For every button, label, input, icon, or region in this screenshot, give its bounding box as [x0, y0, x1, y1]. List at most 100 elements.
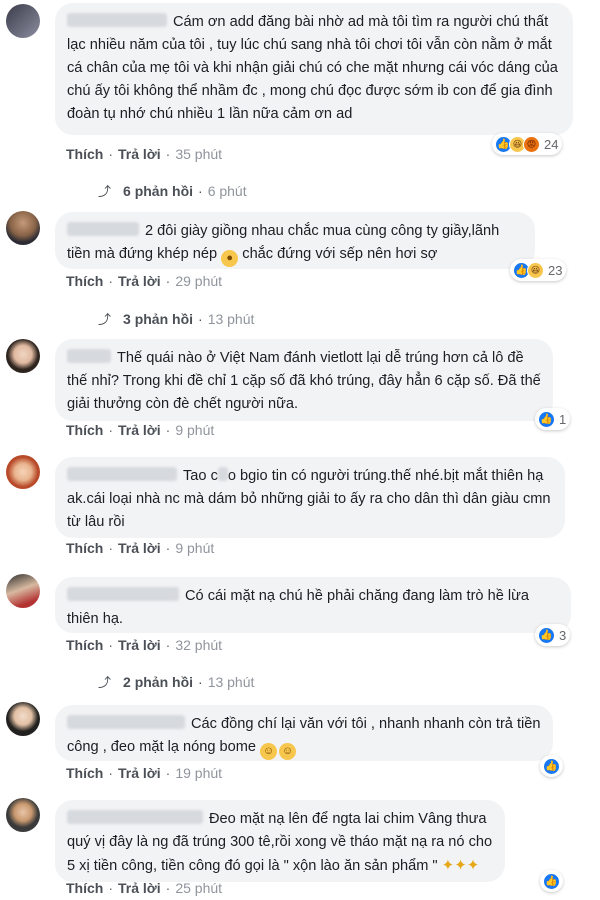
comment-bubble: Tao co bgio tin có người trúng.thế nhé.b… [55, 457, 565, 538]
haha-reaction-icon: 😆 [527, 261, 544, 279]
like-reaction-icon: 👍 [538, 410, 555, 428]
like-reaction-icon: 👍 [543, 757, 560, 775]
like-reaction-icon: 👍 [543, 872, 560, 890]
comment-time[interactable]: 9 phút [175, 422, 214, 438]
separator-dot: · [108, 765, 114, 781]
reaction-summary[interactable]: 👍 1 [535, 408, 571, 430]
like-link[interactable]: Thích [66, 637, 103, 653]
separator-dot: · [108, 273, 114, 289]
avatar[interactable] [6, 798, 40, 832]
pacman-emoji-icon: ● [221, 250, 239, 267]
like-link[interactable]: Thích [66, 540, 103, 556]
separator-dot: · [108, 540, 114, 556]
replies-count[interactable]: 6 phản hồi [123, 183, 193, 199]
comment-bubble: Cám ơn add đăng bài nhờ ad mà tôi tìm ra… [55, 3, 573, 135]
avatar[interactable] [6, 574, 40, 608]
separator-dot: · [165, 146, 171, 162]
reply-arrow-icon: ⤴ [98, 675, 112, 690]
comment-author-blurred[interactable] [67, 587, 179, 601]
comment-actions: Thích · Trả lời · 35 phút [66, 146, 222, 162]
like-link[interactable]: Thích [66, 765, 103, 781]
avatar[interactable] [6, 211, 40, 245]
avatar[interactable] [6, 702, 40, 736]
avatar[interactable] [6, 4, 40, 38]
separator-dot: · [108, 146, 114, 162]
reply-link[interactable]: Trả lời [118, 880, 161, 896]
separator-dot: · [165, 422, 171, 438]
comment-author-blurred[interactable] [67, 349, 111, 363]
comment-author-blurred[interactable] [67, 810, 203, 824]
comment-actions: Thích · Trả lời · 9 phút [66, 422, 214, 438]
reply-link[interactable]: Trả lời [118, 146, 161, 162]
separator-dot: · [198, 183, 203, 199]
reaction-summary[interactable]: 👍 😆 😡 24 [492, 133, 563, 155]
comment-author-blurred[interactable] [67, 222, 139, 236]
grinning-emoji-icon: ☺ [260, 743, 278, 760]
like-link[interactable]: Thích [66, 146, 103, 162]
separator-dot: · [198, 311, 203, 327]
separator-dot: · [165, 637, 171, 653]
replies-count[interactable]: 3 phản hồi [123, 311, 193, 327]
clapping-hands-icon: ✦✦✦ [441, 857, 480, 874]
comment-bubble: Thế quái nào ở Việt Nam đánh vietlott lạ… [55, 339, 553, 421]
reaction-summary[interactable]: 👍 [540, 755, 563, 777]
reaction-count: 24 [544, 136, 559, 152]
comment-actions: Thích · Trả lời · 29 phút [66, 273, 222, 289]
comment-time[interactable]: 25 phút [175, 880, 222, 896]
like-reaction-icon: 👍 [538, 626, 555, 644]
view-replies[interactable]: ⤴ 2 phản hồi · 13 phút [98, 672, 254, 691]
comment-actions: Thích · Trả lời · 9 phút [66, 540, 214, 556]
comment-bubble: Đeo mặt nạ lên để ngta lai chim Vâng thư… [55, 800, 505, 882]
comment-time[interactable]: 9 phút [175, 540, 214, 556]
comment-time[interactable]: 32 phút [175, 637, 222, 653]
reply-link[interactable]: Trả lời [118, 422, 161, 438]
comment-text: Tao c [183, 468, 218, 484]
separator-dot: · [108, 422, 114, 438]
replies-count[interactable]: 2 phản hồi [123, 674, 193, 690]
separator-dot: · [165, 273, 171, 289]
grinning-emoji-icon: ☺ [279, 743, 297, 760]
comment-time[interactable]: 19 phút [175, 765, 222, 781]
reaction-count: 1 [559, 411, 567, 427]
reply-link[interactable]: Trả lời [118, 637, 161, 653]
separator-dot: · [165, 540, 171, 556]
comment-time[interactable]: 35 phút [175, 146, 222, 162]
reply-link[interactable]: Trả lời [118, 765, 161, 781]
comment-text: Cám ơn add đăng bài nhờ ad mà tôi tìm ra… [67, 14, 558, 122]
like-link[interactable]: Thích [66, 422, 103, 438]
separator-dot: · [165, 880, 171, 896]
blurred-word [217, 467, 228, 481]
view-replies[interactable]: ⤴ 6 phản hồi · 6 phút [98, 181, 247, 200]
reaction-summary[interactable]: 👍 [540, 870, 563, 892]
comment-author-blurred[interactable] [67, 467, 177, 481]
avatar[interactable] [6, 339, 40, 373]
comment-actions: Thích · Trả lời · 32 phút [66, 637, 222, 653]
comment-text: Thế quái nào ở Việt Nam đánh vietlott lạ… [67, 350, 541, 412]
reaction-summary[interactable]: 👍 3 [535, 624, 571, 646]
replies-time: 13 phút [207, 311, 255, 327]
avatar[interactable] [6, 455, 40, 489]
like-link[interactable]: Thích [66, 880, 103, 896]
replies-time: 6 phút [207, 183, 247, 199]
reply-link[interactable]: Trả lời [118, 540, 161, 556]
comment-actions: Thích · Trả lời · 19 phút [66, 765, 222, 781]
reaction-summary[interactable]: 👍 😆 23 [510, 259, 567, 281]
comment-time[interactable]: 29 phút [175, 273, 222, 289]
comment-bubble: 2 đôi giày giồng nhau chắc mua cùng công… [55, 212, 535, 269]
comment-actions: Thích · Trả lời · 25 phút [66, 880, 222, 896]
comment-author-blurred[interactable] [67, 715, 185, 729]
separator-dot: · [165, 765, 171, 781]
reaction-count: 3 [559, 627, 567, 643]
reply-arrow-icon: ⤴ [98, 184, 112, 199]
separator-dot: · [198, 674, 203, 690]
replies-time: 13 phút [207, 674, 255, 690]
comment-bubble: Các đồng chí lại văn với tôi , nhanh nha… [55, 705, 553, 761]
reply-link[interactable]: Trả lời [118, 273, 161, 289]
like-link[interactable]: Thích [66, 273, 103, 289]
comment-text-continued: chắc đứng với sếp nên hơi sợ [242, 246, 438, 262]
reaction-count: 23 [548, 262, 563, 278]
comment-bubble: Có cái mặt nạ chú hề phải chăng đang làm… [55, 577, 571, 633]
view-replies[interactable]: ⤴ 3 phản hồi · 13 phút [98, 309, 254, 328]
comment-author-blurred[interactable] [67, 13, 167, 27]
angry-reaction-icon: 😡 [523, 135, 540, 153]
